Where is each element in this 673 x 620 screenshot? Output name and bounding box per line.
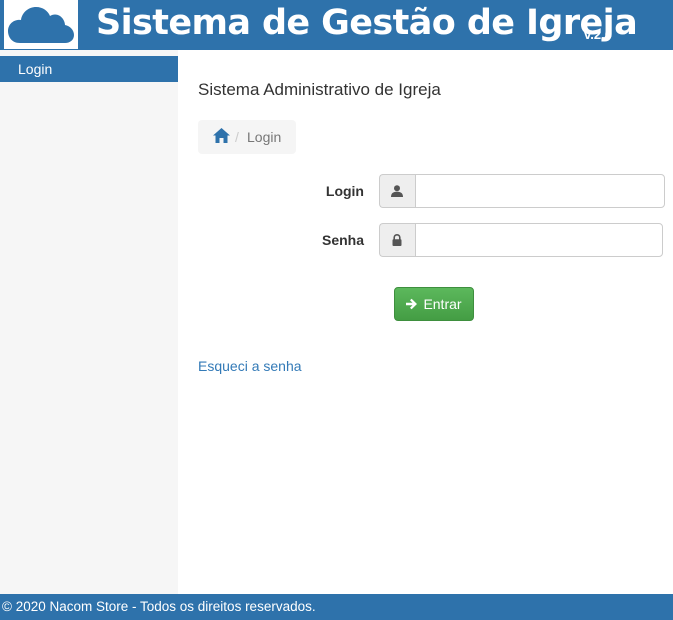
app-version: v.2.0 bbox=[584, 27, 612, 42]
login-input-group bbox=[379, 174, 665, 208]
main-content: Sistema Administrativo de Igreja / Login… bbox=[178, 50, 673, 594]
entrar-button-label: Entrar bbox=[423, 296, 462, 312]
sidebar-item-login[interactable]: Login bbox=[0, 56, 178, 82]
lock-icon bbox=[379, 223, 415, 257]
breadcrumb-current: Login bbox=[247, 129, 282, 145]
app-header: Sistema de Gestão de Igreja v.2.0 bbox=[0, 0, 673, 50]
user-icon bbox=[379, 174, 415, 208]
cloud-icon bbox=[8, 7, 74, 43]
sidebar: Login bbox=[0, 50, 178, 594]
page-title: Sistema Administrativo de Igreja bbox=[198, 80, 441, 99]
home-icon[interactable] bbox=[213, 128, 230, 148]
arrow-right-icon bbox=[406, 298, 418, 310]
login-input[interactable] bbox=[415, 174, 665, 208]
senha-label: Senha bbox=[321, 232, 364, 248]
forgot-password-link[interactable]: Esqueci a senha bbox=[198, 358, 302, 374]
footer-copyright: © 2020 Nacom Store - Todos os direitos r… bbox=[2, 599, 316, 614]
senha-input-group bbox=[379, 223, 663, 257]
login-label: Login bbox=[325, 183, 364, 199]
senha-input[interactable] bbox=[415, 223, 663, 257]
breadcrumb-separator: / bbox=[235, 129, 239, 145]
app-title: Sistema de Gestão de Igreja bbox=[96, 3, 638, 43]
entrar-button[interactable]: Entrar bbox=[394, 287, 474, 321]
breadcrumb: / Login bbox=[198, 120, 296, 154]
logo bbox=[4, 0, 78, 49]
footer: © 2020 Nacom Store - Todos os direitos r… bbox=[0, 594, 673, 620]
